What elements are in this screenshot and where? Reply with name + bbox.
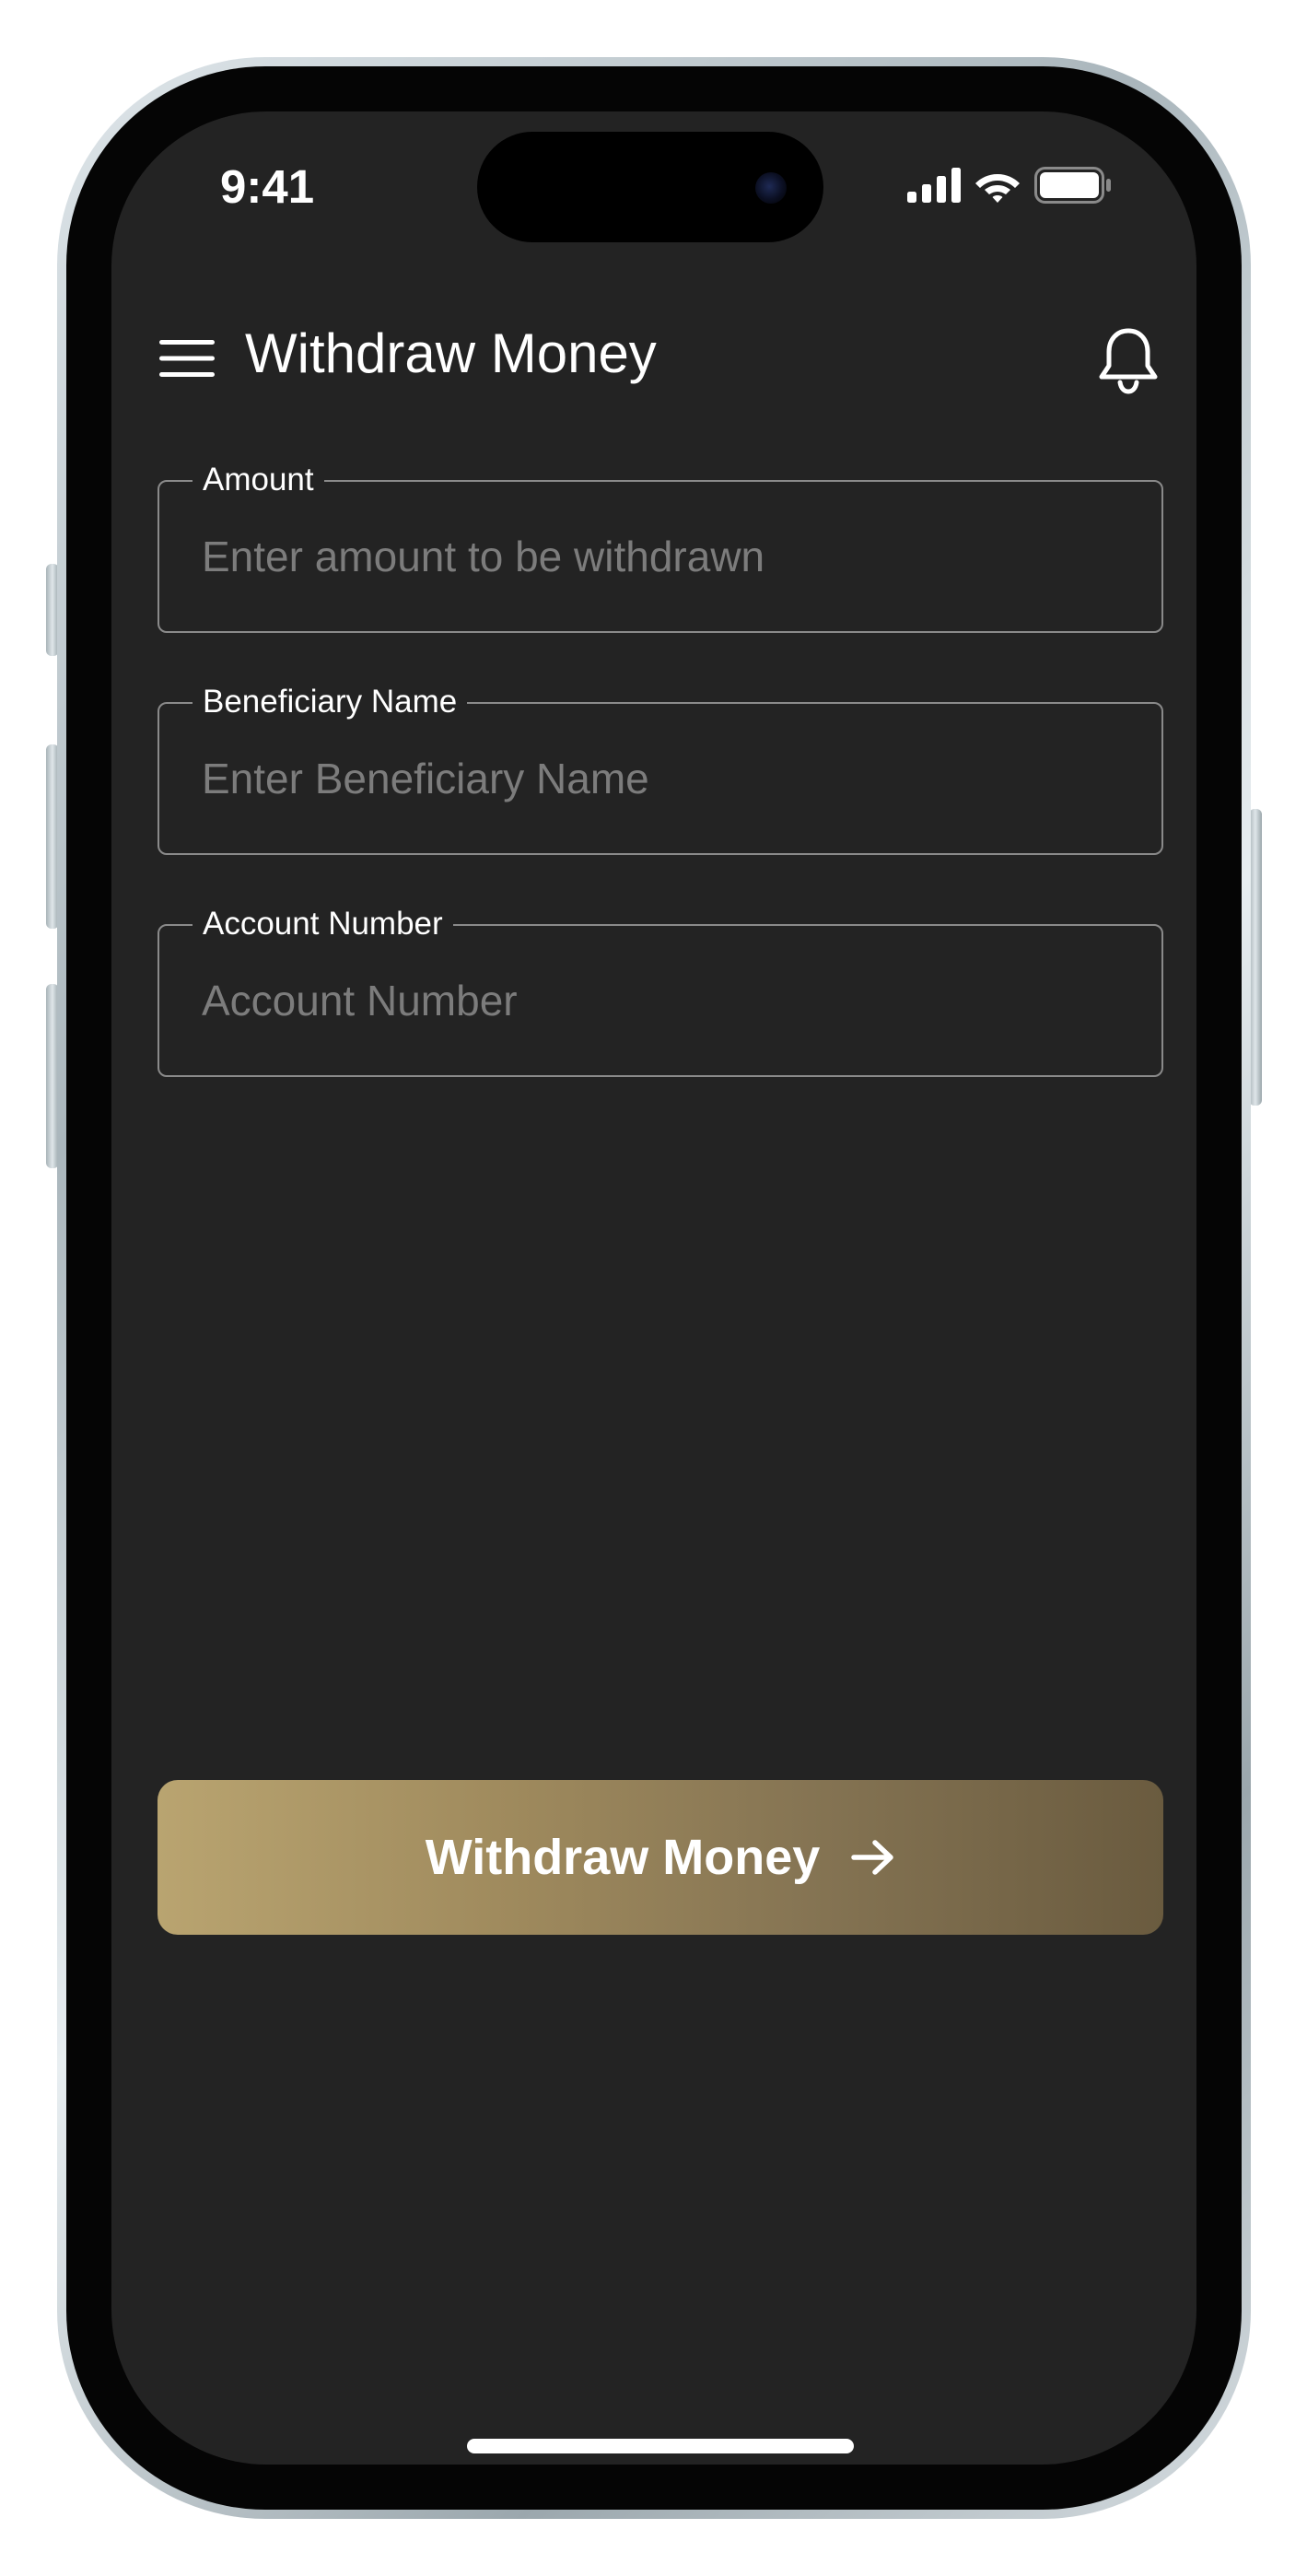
account-number-label: Account Number bbox=[193, 904, 453, 944]
home-indicator[interactable] bbox=[467, 2439, 854, 2453]
power-button bbox=[1249, 809, 1262, 1106]
dynamic-island bbox=[477, 132, 823, 242]
amount-field[interactable]: Amount bbox=[158, 460, 1163, 633]
wifi-icon bbox=[975, 174, 1020, 203]
hamburger-menu-icon[interactable] bbox=[159, 338, 215, 379]
amount-input[interactable] bbox=[202, 517, 1123, 596]
account-number-input[interactable] bbox=[202, 961, 1123, 1040]
beneficiary-name-input[interactable] bbox=[202, 739, 1123, 818]
bell-icon[interactable] bbox=[1096, 325, 1161, 395]
page-title: Withdraw Money bbox=[245, 322, 657, 384]
arrow-right-icon bbox=[851, 1840, 894, 1875]
status-icons bbox=[907, 167, 1112, 204]
account-number-field[interactable]: Account Number bbox=[158, 904, 1163, 1077]
front-camera bbox=[755, 172, 787, 204]
withdraw-money-button[interactable]: Withdraw Money bbox=[158, 1780, 1163, 1935]
cellular-signal-icon bbox=[907, 168, 961, 203]
battery-icon bbox=[1034, 167, 1111, 204]
beneficiary-name-field[interactable]: Beneficiary Name bbox=[158, 682, 1163, 855]
status-time: 9:41 bbox=[220, 160, 315, 213]
app-screen: 9:41 Withdraw Money Amount Enter amount … bbox=[111, 111, 1196, 2465]
withdraw-money-button-label: Withdraw Money bbox=[425, 1830, 821, 1885]
device-mockup: 9:41 Withdraw Money Amount Enter amount … bbox=[0, 0, 1307, 2576]
beneficiary-name-label: Beneficiary Name bbox=[193, 682, 468, 722]
amount-label: Amount bbox=[193, 460, 324, 500]
